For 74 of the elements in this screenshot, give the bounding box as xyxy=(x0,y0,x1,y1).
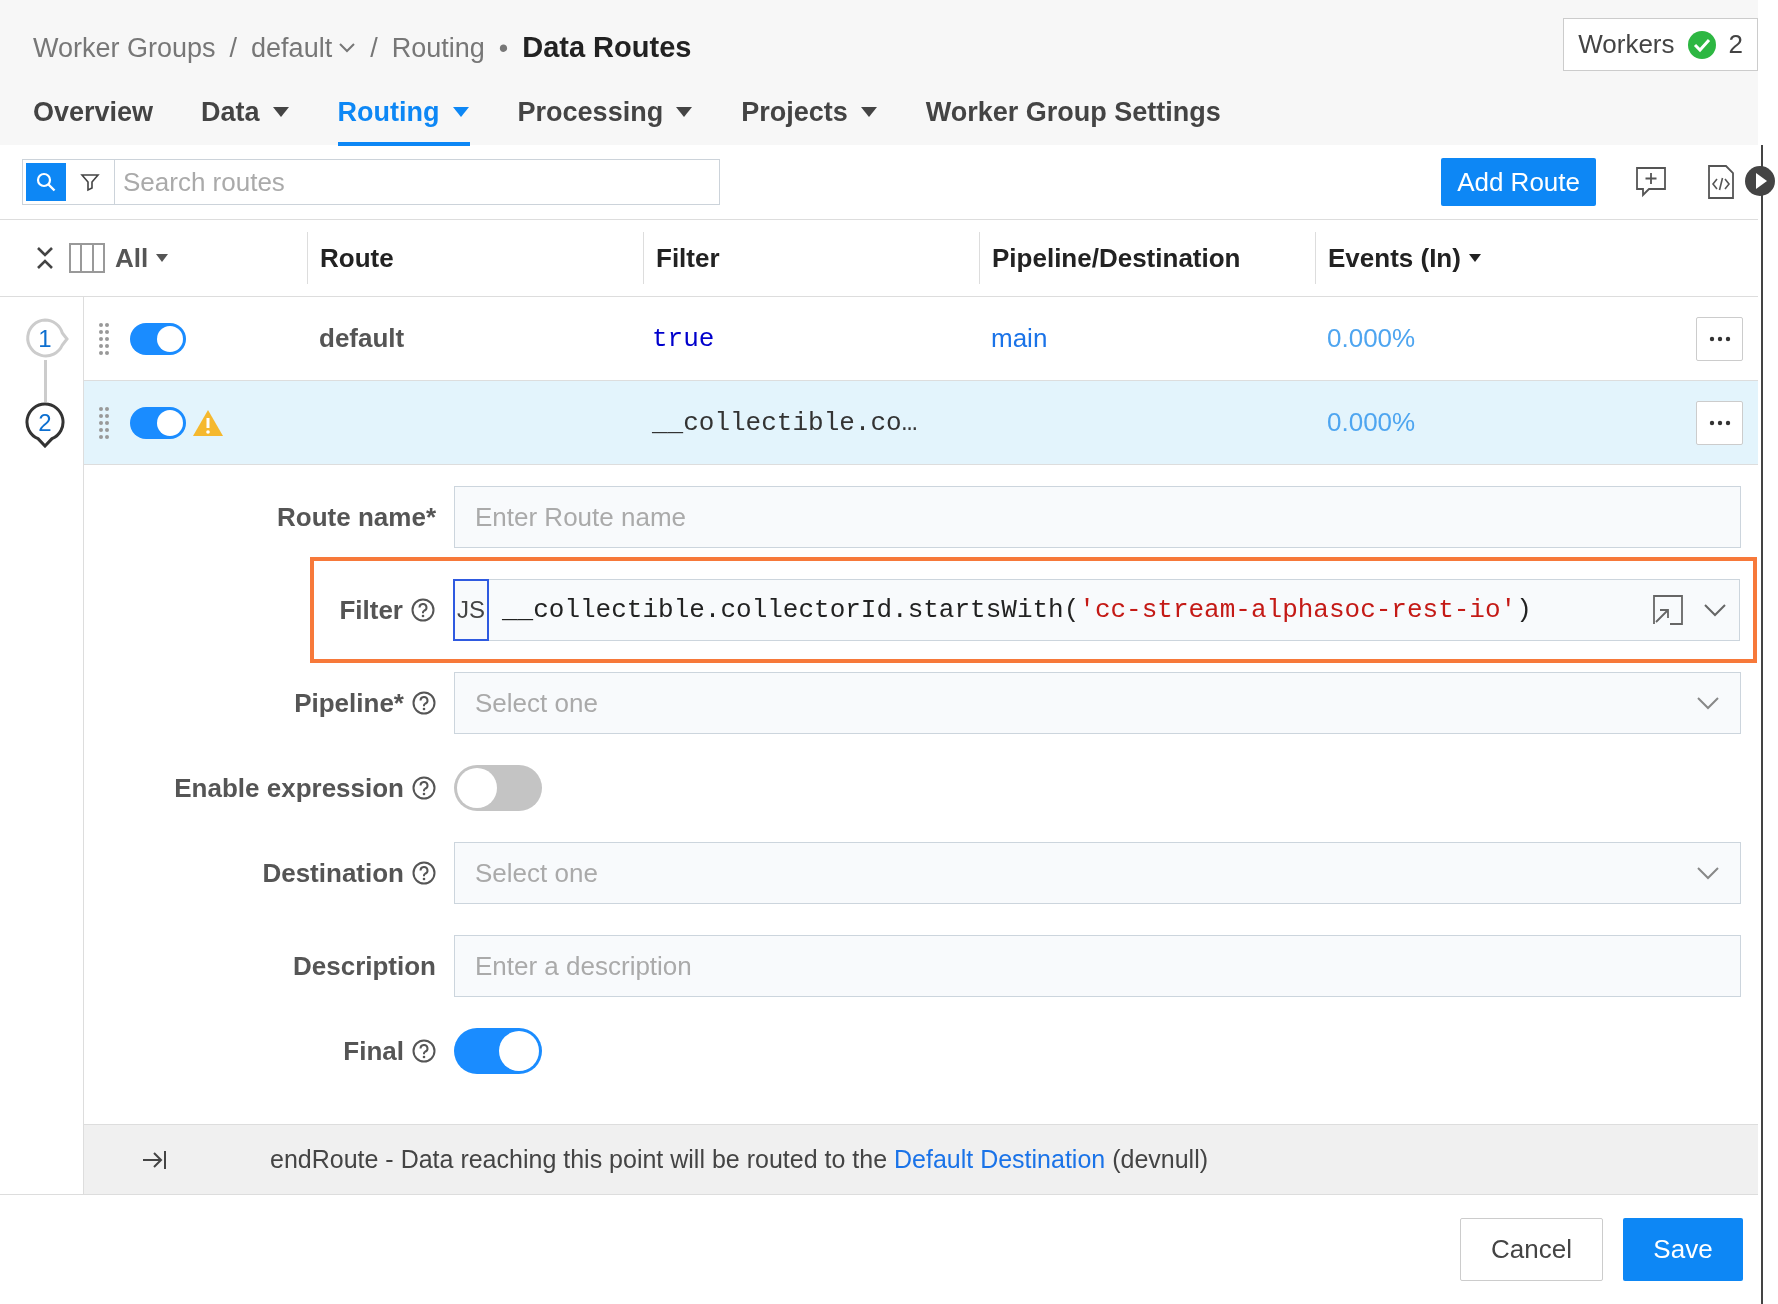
toggle-switch[interactable] xyxy=(454,1028,542,1074)
code-editor-field[interactable]: JS __collectible.collectorId.startsWith('cc-stream-alphasoc-rest-io') xyxy=(453,579,1740,641)
code-file-icon[interactable] xyxy=(1706,164,1736,200)
toggle-switch[interactable] xyxy=(454,765,542,811)
route-name: default xyxy=(319,323,405,353)
text-input-field[interactable]: Enter a description xyxy=(454,935,1741,997)
field-label: Final xyxy=(343,1034,404,1068)
more-icon xyxy=(1708,335,1731,342)
column-header: Pipeline/Destination xyxy=(992,241,1241,275)
text-input-field[interactable]: Enter Route name xyxy=(454,486,1741,548)
workers-label: Workers xyxy=(1578,28,1675,61)
field-label: Destination xyxy=(262,856,404,890)
toggle-switch[interactable] xyxy=(130,322,186,355)
expand-icon[interactable] xyxy=(1653,595,1683,625)
help-icon[interactable] xyxy=(412,1039,436,1063)
search-button[interactable] xyxy=(26,163,66,201)
breadcrumb-link[interactable]: Routing xyxy=(391,27,485,68)
breadcrumb-separator: / xyxy=(229,31,238,65)
nav-tab[interactable]: Overview xyxy=(33,83,154,146)
columns-icon[interactable] xyxy=(69,243,105,273)
workers-count: 2 xyxy=(1728,28,1743,61)
more-button[interactable] xyxy=(1696,400,1743,445)
comment-plus-icon[interactable] xyxy=(1634,165,1668,199)
destination-link[interactable]: main xyxy=(991,323,1048,353)
field-label: Route name* xyxy=(277,500,436,534)
chevron-down-icon[interactable] xyxy=(338,41,357,54)
breadcrumb-link[interactable]: default xyxy=(251,27,333,68)
nav-tab[interactable]: Data xyxy=(201,83,290,146)
help-icon[interactable] xyxy=(412,776,436,800)
more-button[interactable] xyxy=(1696,316,1743,361)
cancel-button[interactable]: Cancel xyxy=(1460,1218,1603,1281)
search-bar[interactable]: Search routes xyxy=(22,159,720,205)
filter-expression: true xyxy=(652,324,715,354)
nav-tab[interactable]: Projects xyxy=(741,83,878,146)
code-text: __collectible.collectorId.startsWith('cc-stream-alphasoc-rest-io') xyxy=(502,593,1532,627)
drag-handle-icon[interactable] xyxy=(98,405,110,440)
filter-icon[interactable] xyxy=(80,172,100,192)
field-label: Pipeline* xyxy=(294,686,404,720)
step-marker[interactable]: 1 xyxy=(24,318,66,360)
field-label: Filter xyxy=(339,593,403,627)
add-route-button[interactable]: Add Route xyxy=(1441,158,1596,206)
field-label: Enable expression xyxy=(174,771,404,805)
field-label: Description xyxy=(292,949,436,983)
play-icon[interactable] xyxy=(1744,163,1776,197)
toggle-switch[interactable] xyxy=(130,406,186,439)
search-icon xyxy=(36,172,56,192)
end-route-text: endRoute - Data reaching this point will be routed to the Default Destination (devnull) xyxy=(270,1143,1209,1175)
events-percentage: 0.000% xyxy=(1327,407,1416,437)
sort-caret-icon[interactable] xyxy=(1468,254,1481,262)
drag-handle-icon[interactable] xyxy=(98,321,110,356)
page-title: Data Routes xyxy=(522,30,692,65)
filter-expression: __collectible.co… xyxy=(652,408,918,438)
help-icon[interactable] xyxy=(412,861,436,885)
breadcrumb-link[interactable]: Worker Groups xyxy=(33,27,216,68)
column-header[interactable]: Events (In) xyxy=(1328,238,1461,278)
breadcrumb-separator: / xyxy=(370,31,378,65)
column-header: Filter xyxy=(656,241,720,275)
more-icon xyxy=(1708,419,1731,426)
caret-icon xyxy=(156,254,169,262)
save-button[interactable]: Save xyxy=(1623,1218,1743,1281)
collapse-icon[interactable] xyxy=(35,245,55,271)
nav-tab[interactable]: Processing xyxy=(517,83,694,146)
default-destination-link[interactable]: Default Destination xyxy=(894,1144,1106,1173)
events-percentage: 0.000% xyxy=(1327,323,1416,353)
nav-tab[interactable]: Routing xyxy=(337,83,470,146)
language-badge[interactable]: JS xyxy=(453,579,489,641)
workers-indicator[interactable]: Workers 2 xyxy=(1563,18,1758,71)
breadcrumb-separator: • xyxy=(498,31,509,65)
help-icon[interactable] xyxy=(411,598,435,622)
help-icon[interactable] xyxy=(412,691,436,715)
end-route-icon xyxy=(142,1148,168,1171)
column-filter-dropdown[interactable]: All xyxy=(115,238,169,278)
nav-tab[interactable]: Worker Group Settings xyxy=(925,83,1221,146)
column-header: Route xyxy=(320,241,394,275)
